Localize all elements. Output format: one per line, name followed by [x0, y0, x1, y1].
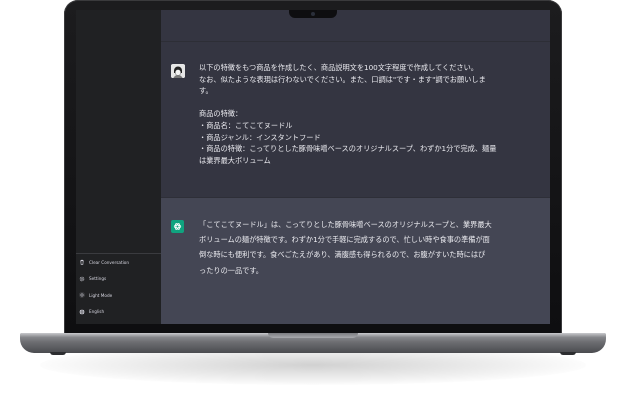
light-mode-button[interactable]: Light Mode	[76, 287, 161, 303]
laptop-foot	[50, 352, 66, 355]
language-button[interactable]: English	[76, 304, 161, 320]
sun-icon	[79, 292, 85, 298]
assistant-message: 「こてこてヌードル」は、こってりとした豚骨味噌ベースのオリジナルスープと、業界最…	[161, 197, 550, 324]
settings-button[interactable]: Settings	[76, 271, 161, 287]
light-mode-label: Light Mode	[89, 292, 113, 298]
gear-icon	[79, 276, 85, 282]
user-avatar	[171, 64, 185, 78]
language-label: English	[89, 309, 105, 314]
sidebar-menu: Clear Conversation Settings Light Mode E…	[76, 253, 161, 320]
camera-icon	[311, 12, 315, 16]
user-message-text: 以下の特徴をもつ商品を作成したく、商品説明文を100文字程度で作成してください。…	[199, 63, 497, 165]
globe-icon	[79, 308, 85, 315]
laptop-opening-notch	[268, 333, 358, 338]
settings-label: Settings	[89, 276, 107, 281]
laptop-screen: Clear Conversation Settings Light Mode E…	[76, 10, 550, 324]
clear-conversation-button[interactable]: Clear Conversation	[76, 254, 161, 270]
trash-icon	[79, 259, 85, 265]
laptop-foot	[560, 352, 576, 355]
user-message: 以下の特徴をもつ商品を作成したく、商品説明文を100文字程度で作成してください。…	[161, 41, 550, 198]
chat-area: 以下の特徴をもつ商品を作成したく、商品説明文を100文字程度で作成してください。…	[161, 10, 550, 324]
openai-logo-icon	[171, 220, 184, 233]
clear-conversation-label: Clear Conversation	[89, 259, 129, 265]
assistant-message-text: 「こてこてヌードル」は、こってりとした豚骨味噌ベースのオリジナルスープと、業界最…	[199, 220, 492, 275]
chat-top-bar	[161, 10, 550, 41]
sidebar: Clear Conversation Settings Light Mode E…	[76, 10, 161, 324]
